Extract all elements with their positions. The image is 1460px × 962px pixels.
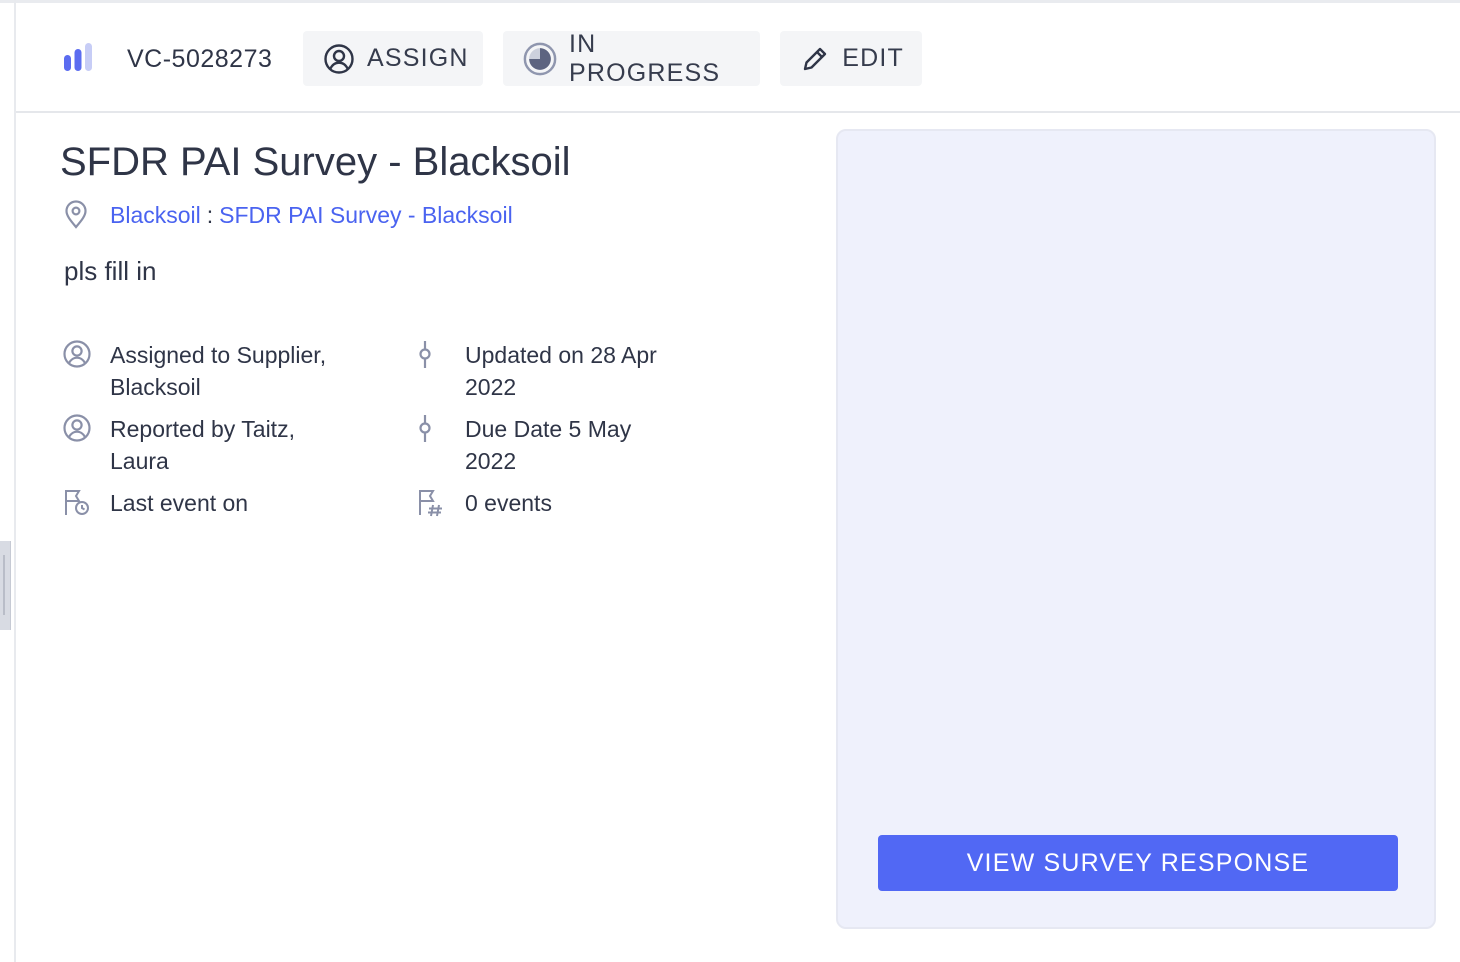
status-button-label: IN PROGRESS (569, 29, 721, 87)
assign-button[interactable]: ASSIGN (303, 31, 483, 86)
breadcrumb-separator: : (206, 201, 214, 228)
updated-info: Updated on 28 Apr 2022 (416, 339, 706, 403)
left-divider (14, 0, 16, 962)
last-event-text: Last event on (110, 490, 249, 516)
view-survey-response-button[interactable]: VIEW SURVEY RESPONSE (878, 835, 1398, 891)
user-circle-icon (323, 42, 355, 76)
pencil-icon (800, 42, 830, 76)
task-detail-page: VC-5028273 ASSIGN IN PROGRESS EDIT SFDR … (0, 0, 1460, 962)
assigned-line-2: Blacksoil (110, 374, 201, 400)
flag-clock-icon (65, 490, 89, 515)
task-description: pls fill in (64, 256, 157, 286)
commit-node-icon (419, 341, 431, 368)
sidebar-resize-handle[interactable] (0, 541, 11, 630)
status-button[interactable]: IN PROGRESS (503, 29, 760, 87)
events-count-text: 0 events (465, 490, 552, 516)
updated-line-1: Updated on 28 Apr (465, 342, 657, 368)
edit-button-label: EDIT (842, 44, 904, 72)
due-date-line-1: Due Date 5 May (465, 416, 632, 442)
commit-node-icon (419, 415, 431, 442)
task-header: VC-5028273 ASSIGN IN PROGRESS EDIT (16, 3, 1460, 113)
user-circle-icon (63, 340, 91, 368)
due-date-info: Due Date 5 May 2022 (416, 413, 706, 477)
assignee-info: Assigned to Supplier, Blacksoil (62, 339, 352, 403)
assigned-line-1: Assigned to Supplier, (110, 342, 327, 368)
flag-hash-icon (419, 490, 442, 517)
due-date-line-2: 2022 (465, 448, 517, 474)
map-pin-icon (65, 200, 87, 229)
assign-button-label: ASSIGN (367, 44, 469, 72)
survey-preview-panel: VIEW SURVEY RESPONSE (836, 129, 1436, 929)
events-count-info: 0 events (416, 487, 706, 519)
edit-button[interactable]: EDIT (780, 31, 922, 86)
updated-line-2: 2022 (465, 374, 517, 400)
breadcrumb-survey-link[interactable]: SFDR PAI Survey - Blacksoil (219, 202, 513, 229)
progress-circle-icon (523, 42, 557, 76)
reported-line-2: Laura (110, 448, 169, 474)
reporter-info: Reported by Taitz, Laura (62, 413, 352, 477)
page-title: SFDR PAI Survey - Blacksoil (60, 140, 571, 184)
bar-chart-icon (64, 43, 92, 71)
user-circle-icon (63, 414, 91, 442)
ticket-id: VC-5028273 (127, 45, 273, 73)
reported-line-1: Reported by Taitz, (110, 416, 295, 442)
breadcrumb-entity-link[interactable]: Blacksoil (110, 202, 201, 229)
last-event-info: Last event on (62, 487, 352, 519)
breadcrumb: Blacksoil : SFDR PAI Survey - Blacksoil (62, 200, 513, 230)
